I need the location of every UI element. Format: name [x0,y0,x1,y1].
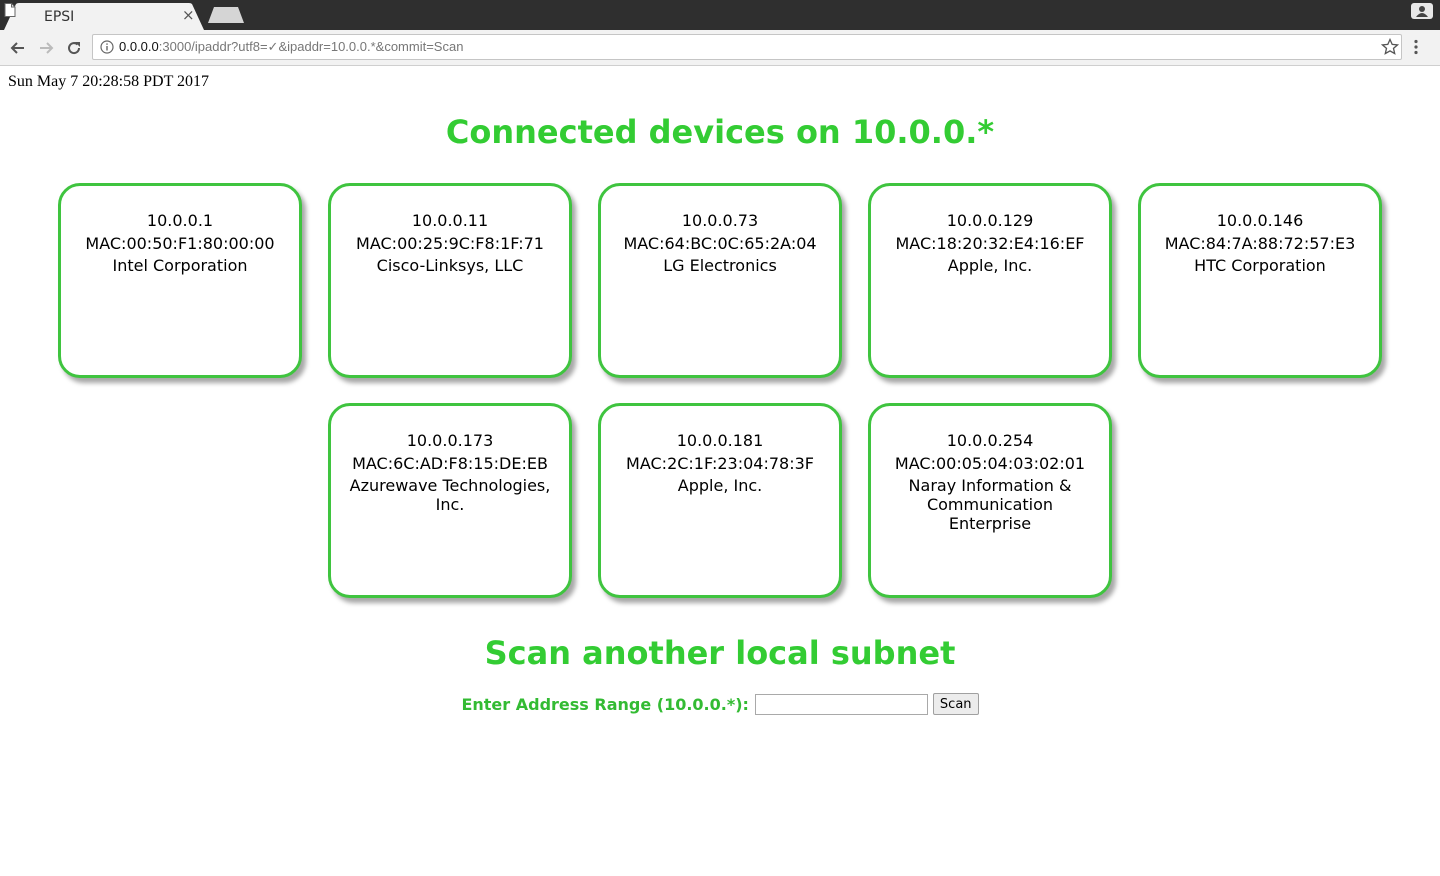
scan-button[interactable]: Scan [932,693,979,715]
device-mac: MAC:18:20:32:E4:16:EF [895,234,1085,253]
device-vendor: Azurewave Technologies, Inc. [349,476,551,514]
device-ip: 10.0.0.181 [676,431,764,450]
device-mac: MAC:2C:1F:23:04:78:3F [626,454,814,473]
device-vendor: LG Electronics [663,256,777,275]
menu-icon[interactable] [1413,39,1419,55]
scan-heading: Scan another local subnet [484,634,956,672]
range-label: Enter Address Range (10.0.0.*): [461,694,749,714]
device-card: 10.0.0.73 MAC:64:BC:0C:65:2A:04 LG Elect… [598,183,842,378]
device-ip: 10.0.0.1 [146,211,214,230]
profile-icon[interactable] [1411,3,1433,19]
device-vendor: HTC Corporation [1194,256,1326,275]
tab-title: EPSI [44,9,75,25]
page-icon [4,3,16,17]
info-icon[interactable] [100,40,114,54]
back-icon[interactable] [8,38,28,58]
device-mac: MAC:6C:AD:F8:15:DE:EB [352,454,548,473]
address-range-input[interactable] [754,693,928,715]
device-mac: MAC:64:BC:0C:65:2A:04 [623,234,817,253]
device-ip: 10.0.0.173 [406,431,494,450]
device-ip: 10.0.0.146 [1216,211,1304,230]
star-icon[interactable] [1381,38,1399,56]
device-vendor: Apple, Inc. [677,476,763,495]
device-card: 10.0.0.173 MAC:6C:AD:F8:15:DE:EB Azurewa… [328,403,572,598]
device-card: 10.0.0.254 MAC:00:05:04:03:02:01 Naray I… [868,403,1112,598]
device-ip: 10.0.0.129 [946,211,1034,230]
device-mac: MAC:00:25:9C:F8:1F:71 [356,234,544,253]
reload-icon[interactable] [64,38,84,58]
url-text: 0.0.0.0:3000/ipaddr?utf8=✓&ipaddr=10.0.0… [119,39,463,55]
device-grid-row-1: 10.0.0.1 MAC:00:50:F1:80:00:00 Intel Cor… [0,183,1440,378]
browser-toolbar: 0.0.0.0:3000/ipaddr?utf8=✓&ipaddr=10.0.0… [0,30,1440,66]
tab-shape [4,3,204,30]
timestamp: Sun May 7 20:28:58 PDT 2017 [8,73,210,90]
page-title: Connected devices on 10.0.0.* [445,113,995,151]
device-card: 10.0.0.1 MAC:00:50:F1:80:00:00 Intel Cor… [58,183,302,378]
device-grid-row-2: 10.0.0.173 MAC:6C:AD:F8:15:DE:EB Azurewa… [0,403,1440,598]
device-ip: 10.0.0.254 [946,431,1034,450]
browser-tab[interactable]: EPSI × [4,3,204,30]
url-path: :3000/ipaddr?utf8=✓&ipaddr=10.0.0.*&comm… [158,39,464,54]
device-ip: 10.0.0.73 [681,211,759,230]
device-vendor: Apple, Inc. [947,256,1033,275]
browser-titlebar: EPSI × [0,0,1440,30]
device-card: 10.0.0.181 MAC:2C:1F:23:04:78:3F Apple, … [598,403,842,598]
address-bar[interactable]: 0.0.0.0:3000/ipaddr?utf8=✓&ipaddr=10.0.0… [92,34,1402,60]
device-mac: MAC:84:7A:88:72:57:E3 [1164,234,1356,253]
device-vendor: Naray Information & Communication Enterp… [908,476,1072,533]
url-host: 0.0.0.0 [119,39,159,54]
scan-form: Enter Address Range (10.0.0.*): Scan [0,693,1440,715]
device-mac: MAC:00:05:04:03:02:01 [894,454,1086,473]
device-card: 10.0.0.146 MAC:84:7A:88:72:57:E3 HTC Cor… [1138,183,1382,378]
device-card: 10.0.0.11 MAC:00:25:9C:F8:1F:71 Cisco-Li… [328,183,572,378]
close-icon[interactable]: × [182,6,195,24]
device-card: 10.0.0.129 MAC:18:20:32:E4:16:EF Apple, … [868,183,1112,378]
device-vendor: Cisco-Linksys, LLC [376,256,524,275]
device-mac: MAC:00:50:F1:80:00:00 [85,234,275,253]
device-ip: 10.0.0.11 [411,211,489,230]
forward-icon[interactable] [36,38,56,58]
device-vendor: Intel Corporation [112,256,248,275]
new-tab-button[interactable] [208,7,244,23]
